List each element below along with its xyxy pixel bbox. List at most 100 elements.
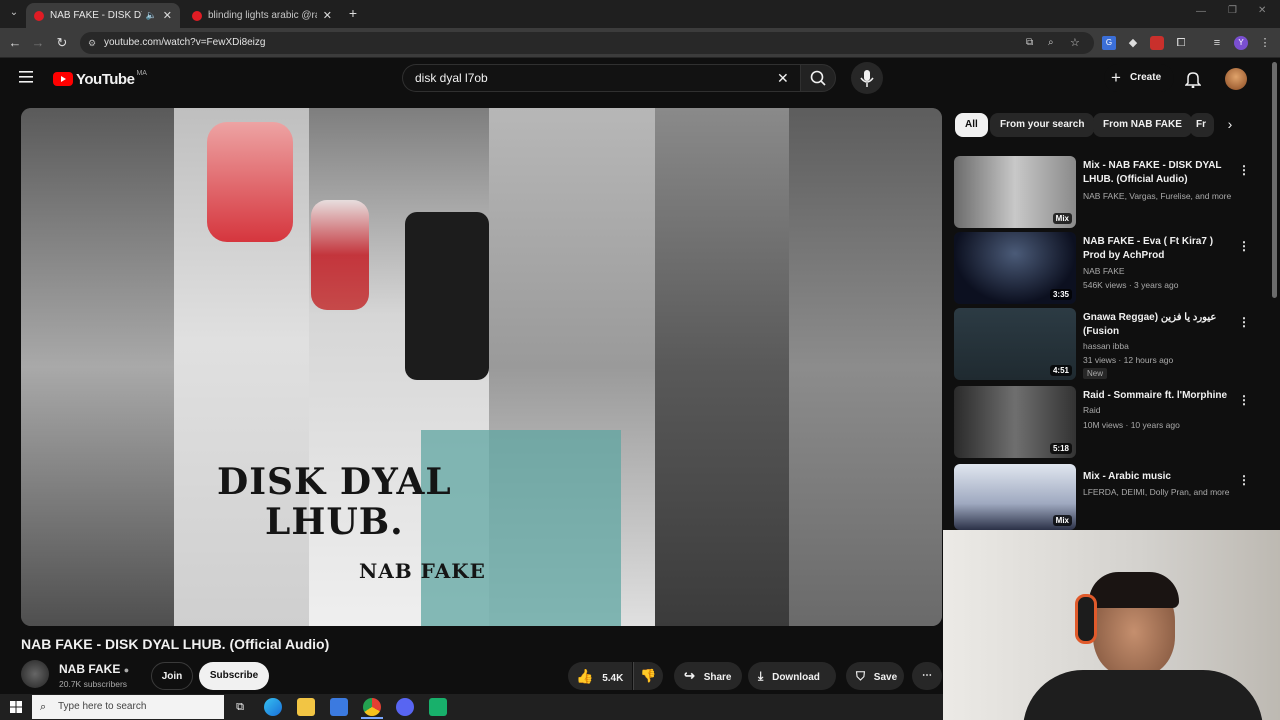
app-green-icon[interactable]	[429, 698, 447, 716]
discord-icon[interactable]	[396, 698, 414, 716]
minimize-button[interactable]: —	[1196, 6, 1210, 17]
youtube-favicon-icon	[192, 10, 202, 21]
recommendation-stats: 31 views · 12 hours ago	[1083, 355, 1174, 365]
channel-avatar[interactable]	[21, 660, 49, 688]
file-explorer-icon[interactable]	[297, 698, 315, 716]
video-thumbnail[interactable]: 4:51	[954, 308, 1076, 380]
puzzle-extensions-icon[interactable]: ⧠	[1174, 36, 1188, 50]
clear-search-icon[interactable]: ✕	[777, 65, 789, 91]
chip-from-your-search[interactable]: From your search	[990, 113, 1095, 137]
speaker-icon[interactable]: 🔈	[146, 10, 157, 21]
chrome-icon[interactable]	[363, 698, 381, 716]
webcam-overlay	[943, 530, 1280, 720]
browser-menu-icon[interactable]: ⋮	[1258, 36, 1272, 50]
windows-start-icon[interactable]	[10, 701, 22, 713]
task-view-icon[interactable]: ⧉	[231, 698, 249, 716]
thumbs-down-icon: 👎	[640, 668, 657, 683]
recommendation-title: Raid - Sommaire ft. l'Morphine	[1083, 390, 1228, 401]
like-button[interactable]: 👍 5.4K	[568, 662, 632, 690]
tab-nab-fake[interactable]: NAB FAKE - DISK DYAL LHUB. 🔈 ✕	[26, 3, 180, 28]
video-thumbnail[interactable]: Mix	[954, 156, 1076, 228]
recommendation-item[interactable]: Mix Mix - Arabic music LFERDA, DEIMI, Do…	[954, 464, 1254, 530]
reload-icon[interactable]: ↻	[53, 34, 71, 52]
search-input[interactable]: disk dyal l7ob ✕	[402, 64, 800, 92]
tab-title: NAB FAKE - DISK DYAL LHUB.	[50, 10, 142, 21]
install-app-icon[interactable]: ⧉	[1026, 32, 1033, 54]
create-button[interactable]: + Create	[1104, 64, 1174, 92]
close-window-button[interactable]: ✕	[1258, 5, 1272, 16]
address-bar[interactable]: ⚙ youtube.com/watch?v=FewXDi8eizg ⧉ ⌕ ☆	[80, 32, 1094, 54]
recommendation-channels: LFERDA, DEIMI, Dolly Pran, and more	[1083, 487, 1230, 497]
site-info-icon[interactable]: ⚙	[88, 32, 96, 54]
channel-name[interactable]: NAB FAKE ●	[59, 662, 129, 676]
youtube-logo[interactable]: YouTube MA	[53, 69, 147, 89]
taskbar-search-placeholder: Type here to search	[58, 701, 147, 712]
voice-search-button[interactable]	[851, 62, 883, 94]
tab-close-icon[interactable]: ✕	[323, 9, 332, 22]
chrome-active-indicator	[361, 717, 383, 719]
more-actions-button[interactable]: ⋯	[912, 662, 942, 690]
more-options-icon[interactable]: ⋮	[1238, 238, 1250, 254]
download-button[interactable]: ⤓ Download	[748, 662, 836, 690]
cover-art-panel	[789, 108, 942, 626]
recommendation-item[interactable]: 5:18 Raid - Sommaire ft. l'Morphine Raid…	[954, 386, 1254, 458]
store-icon[interactable]	[330, 698, 348, 716]
chip-partial[interactable]: Fr	[1190, 113, 1214, 137]
video-player[interactable]: DISK DYAL LHUB. NAB FAKE	[21, 108, 942, 626]
cover-title: DISK DYAL LHUB.	[217, 462, 452, 542]
save-button[interactable]: ⛉ Save	[846, 662, 904, 690]
url-text: youtube.com/watch?v=FewXDi8eizg	[104, 37, 266, 48]
tab-close-icon[interactable]: ✕	[163, 9, 172, 22]
profile-icon[interactable]: Y	[1234, 36, 1248, 50]
more-options-icon[interactable]: ⋮	[1238, 162, 1250, 178]
media-control-icon[interactable]: ≡	[1210, 36, 1224, 50]
menu-hamburger-icon[interactable]	[19, 71, 33, 83]
youtube-play-logo-icon	[53, 72, 73, 86]
page-scrollbar[interactable]	[1272, 62, 1277, 298]
diamond-extension-icon[interactable]: ◆	[1126, 36, 1140, 50]
chip-from-nab-fake[interactable]: From NAB FAKE	[1093, 113, 1192, 137]
tab-list-button[interactable]: ⌄	[6, 7, 22, 21]
edge-browser-icon[interactable]	[264, 698, 282, 716]
forward-arrow-icon[interactable]: →	[29, 34, 47, 52]
user-avatar[interactable]	[1225, 68, 1247, 90]
recommendation-item[interactable]: Mix Mix - NAB FAKE - DISK DYAL LHUB. (Of…	[954, 156, 1254, 228]
taskbar-search-input[interactable]: ⌕ Type here to search	[32, 695, 224, 719]
maximize-button[interactable]: ❐	[1228, 5, 1242, 16]
thumbs-up-icon: 👍	[576, 668, 594, 684]
cover-art-panel	[655, 108, 791, 626]
new-tab-button[interactable]: +	[346, 6, 360, 20]
more-options-icon[interactable]: ⋮	[1238, 392, 1250, 408]
more-options-icon[interactable]: ⋮	[1238, 472, 1250, 488]
search-value: disk dyal l7ob	[415, 71, 488, 85]
plus-icon: +	[1111, 68, 1121, 87]
tab-blinding-lights[interactable]: blinding lights arabic @rachide ✕	[184, 3, 340, 28]
translate-extension-icon[interactable]: G	[1102, 36, 1116, 50]
share-arrow-icon: ↪	[684, 668, 695, 683]
subscribe-button[interactable]: Subscribe	[199, 662, 269, 690]
recommendation-channel: hassan ibba	[1083, 341, 1129, 351]
recommendation-item[interactable]: 3:35 NAB FAKE - Eva ( Ft Kira7 ) Prod by…	[954, 232, 1254, 304]
more-options-icon[interactable]: ⋮	[1238, 314, 1250, 330]
zoom-icon[interactable]: ⌕	[1048, 32, 1054, 54]
video-thumbnail[interactable]: 5:18	[954, 386, 1076, 458]
chip-label: All	[965, 119, 978, 130]
chip-all[interactable]: All	[955, 113, 988, 137]
cover-title-line1: DISK DYAL	[217, 461, 452, 503]
more-horizontal-icon: ⋯	[922, 670, 932, 681]
back-arrow-icon[interactable]: ←	[6, 34, 24, 52]
bookmark-star-icon[interactable]: ☆	[1070, 32, 1080, 54]
join-button[interactable]: Join	[151, 662, 193, 690]
share-button[interactable]: ↪ Share	[674, 662, 742, 690]
red-extension-icon[interactable]	[1150, 36, 1164, 50]
video-thumbnail[interactable]: 3:35	[954, 232, 1076, 304]
subscribe-label: Subscribe	[209, 670, 259, 681]
recommendation-title: Mix - Arabic music	[1083, 471, 1171, 482]
recommendation-item[interactable]: 4:51 Gnawa Reggae) عيورد يا فزين (Fusion…	[954, 308, 1254, 380]
windows-taskbar: ⌕ Type here to search ⧉	[0, 694, 943, 720]
dislike-button[interactable]: 👎	[633, 662, 663, 690]
search-button[interactable]	[800, 64, 836, 92]
video-thumbnail[interactable]: Mix	[954, 464, 1076, 530]
notifications-bell-icon[interactable]	[1185, 70, 1201, 88]
chips-next-chevron-icon[interactable]: ›	[1222, 116, 1238, 134]
